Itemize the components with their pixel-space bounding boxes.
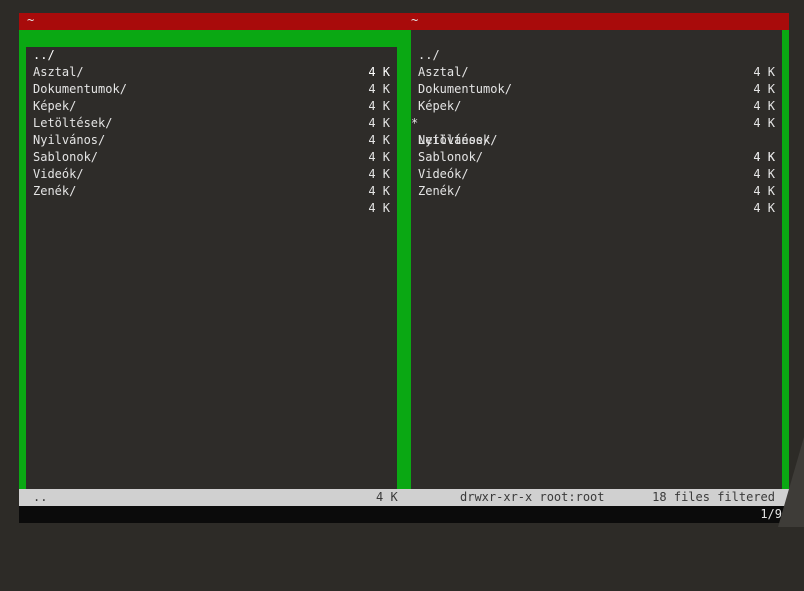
window-corner-decoration (778, 437, 804, 527)
right-file-panel[interactable]: ../ 4 K Asztal/ 4 K Dokumentumok/ 4 K Ké… (404, 30, 789, 489)
status-name: .. (33, 490, 48, 504)
title-left: ~ (27, 13, 35, 27)
file-row[interactable]: Sablonok/ 4 K (411, 132, 782, 181)
status-filter: 18 files filtered (652, 490, 775, 504)
file-row[interactable]: Dokumentumok/ 4 K (411, 64, 782, 113)
file-name: Zenék/ (33, 184, 77, 198)
title-center: ~ (411, 13, 419, 27)
file-row[interactable]: Asztal/ 4 K (26, 47, 397, 96)
file-name: Zenék/ (418, 184, 462, 198)
file-row[interactable]: Sablonok/ 4 K (26, 132, 397, 181)
file-row[interactable]: Zenék/ 4 K (26, 166, 397, 215)
status-bar: .. 4 K drwxr-xr-x root:root 18 files fil… (19, 489, 789, 506)
file-row[interactable]: ../ 4 K (411, 30, 782, 79)
left-file-panel[interactable]: ../ 4 K Asztal/ 4 K Dokumentumok/ 4 K Ké… (19, 30, 404, 489)
title-bar: ~ ~ (19, 13, 789, 30)
file-size: 4 K (753, 184, 775, 198)
file-row[interactable]: Nyilvános/ 4 K (411, 115, 782, 164)
file-size: 4 K (368, 184, 390, 198)
file-row[interactable]: Dokumentumok/ 4 K (26, 64, 397, 113)
file-row[interactable]: Képek/ 4 K (26, 81, 397, 130)
status-size: 4 K (376, 490, 398, 504)
status-permissions: drwxr-xr-x root:root (460, 490, 605, 504)
file-row[interactable]: ../ 4 K (26, 30, 397, 79)
file-row[interactable]: Videók/ 4 K (411, 149, 782, 198)
command-line[interactable]: 1/9 (19, 506, 789, 523)
file-size: 4 K (753, 201, 775, 215)
file-row[interactable]: Nyilvános/ 4 K (26, 115, 397, 164)
file-row[interactable]: * Letöltések/ 4 K (411, 98, 782, 164)
file-size: 4 K (368, 201, 390, 215)
file-row[interactable]: Zenék/ 4 K (411, 166, 782, 215)
file-row[interactable]: Képek/ 4 K (411, 81, 782, 130)
file-row[interactable]: Videók/ 4 K (26, 149, 397, 198)
file-row[interactable]: Asztal/ 4 K (411, 47, 782, 96)
terminal-window: ~ ~ ../ 4 K Asztal/ 4 K Dokumentumok/ 4 … (19, 13, 789, 523)
file-row[interactable]: Letöltések/ 4 K (26, 98, 397, 147)
